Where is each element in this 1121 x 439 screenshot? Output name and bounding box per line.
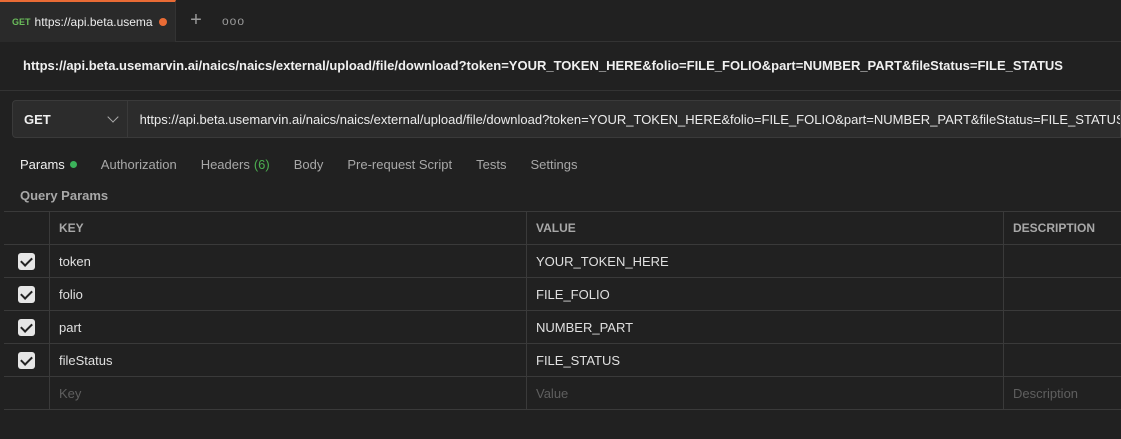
tab-authorization[interactable]: Authorization	[101, 157, 177, 172]
tab-bar: GET https://api.beta.usema + ooo	[0, 0, 1121, 42]
tab-method-label: GET	[12, 17, 31, 27]
request-tabs: Params Authorization Headers (6) Body Pr…	[20, 154, 601, 174]
param-value-cell[interactable]: NUMBER_PART	[526, 311, 1003, 343]
tab-prerequest-label: Pre-request Script	[347, 156, 453, 172]
row-check-cell	[4, 344, 49, 376]
param-description-cell[interactable]	[1003, 278, 1121, 310]
tab-headers[interactable]: Headers (6)	[201, 157, 270, 172]
request-bar: GET https://api.beta.usemarvin.ai/naics/…	[12, 100, 1121, 138]
checkbox[interactable]	[18, 285, 35, 303]
table-header-row: KEY VALUE DESCRIPTION	[4, 212, 1121, 245]
checkbox[interactable]	[18, 252, 35, 270]
tab-params[interactable]: Params	[20, 157, 77, 172]
row-check-cell	[4, 377, 49, 409]
headers-count: (6)	[253, 156, 270, 172]
param-key: folio	[59, 286, 83, 302]
param-value: NUMBER_PART	[536, 319, 634, 335]
checkbox[interactable]	[18, 318, 35, 336]
new-value-input[interactable]: Value	[526, 377, 1003, 409]
param-value-cell[interactable]: FILE_FOLIO	[526, 278, 1003, 310]
tab-title: https://api.beta.usema	[34, 15, 153, 29]
new-key-input[interactable]: Key	[49, 377, 526, 409]
description-placeholder: Description	[1013, 385, 1079, 401]
param-description-cell[interactable]	[1003, 344, 1121, 376]
row-check-cell	[4, 278, 49, 310]
query-params-table: KEY VALUE DESCRIPTION token YOUR_TOKEN_H…	[4, 211, 1121, 410]
table-row: fileStatus FILE_STATUS	[4, 344, 1121, 377]
tab-body-label: Body	[293, 156, 324, 172]
tab-tests[interactable]: Tests	[476, 157, 506, 172]
table-row: token YOUR_TOKEN_HERE	[4, 245, 1121, 278]
param-value: YOUR_TOKEN_HERE	[536, 253, 669, 269]
table-row: part NUMBER_PART	[4, 311, 1121, 344]
table-row-new: Key Value Description	[4, 377, 1121, 410]
param-key-cell[interactable]: part	[49, 311, 526, 343]
param-key: token	[59, 253, 91, 269]
param-key-cell[interactable]: folio	[49, 278, 526, 310]
param-description-cell[interactable]	[1003, 311, 1121, 343]
tab-settings-label: Settings	[530, 156, 578, 172]
divider	[0, 90, 1121, 91]
param-key-cell[interactable]: fileStatus	[49, 344, 526, 376]
more-tabs-button[interactable]: ooo	[222, 10, 244, 30]
row-check-cell	[4, 245, 49, 277]
tab-authorization-label: Authorization	[100, 156, 177, 172]
param-value: FILE_STATUS	[536, 352, 621, 368]
column-header-description: DESCRIPTION	[1003, 212, 1121, 244]
tab-params-label: Params	[20, 156, 65, 172]
add-tab-button[interactable]: +	[186, 10, 206, 30]
request-title[interactable]: https://api.beta.usemarvin.ai/naics/naic…	[23, 58, 1063, 73]
param-key-cell[interactable]: token	[49, 245, 526, 277]
key-placeholder: Key	[59, 385, 82, 401]
param-description-cell[interactable]	[1003, 245, 1121, 277]
tab-body[interactable]: Body	[294, 157, 324, 172]
param-key: fileStatus	[59, 352, 113, 368]
chevron-down-icon	[106, 111, 119, 123]
tab-tests-label: Tests	[476, 156, 507, 172]
value-placeholder: Value	[536, 385, 569, 401]
table-row: folio FILE_FOLIO	[4, 278, 1121, 311]
param-key: part	[59, 319, 82, 335]
param-value-cell[interactable]: YOUR_TOKEN_HERE	[526, 245, 1003, 277]
header-check-cell	[4, 212, 49, 244]
param-value-cell[interactable]: FILE_STATUS	[526, 344, 1003, 376]
request-tab[interactable]: GET https://api.beta.usema	[0, 0, 176, 42]
new-description-input[interactable]: Description	[1003, 377, 1121, 409]
row-check-cell	[4, 311, 49, 343]
column-header-value: VALUE	[526, 212, 1003, 244]
status-dot-icon	[69, 160, 77, 168]
tab-headers-label: Headers	[200, 156, 250, 172]
url-input[interactable]: https://api.beta.usemarvin.ai/naics/naic…	[128, 112, 1120, 127]
query-params-title: Query Params	[20, 188, 109, 203]
unsaved-dot-icon	[158, 18, 167, 26]
checkbox[interactable]	[18, 351, 35, 369]
tab-prerequest-script[interactable]: Pre-request Script	[347, 157, 452, 172]
tab-settings[interactable]: Settings	[530, 157, 577, 172]
method-select[interactable]: GET	[13, 101, 128, 137]
param-value: FILE_FOLIO	[536, 286, 610, 302]
column-header-key: KEY	[49, 212, 526, 244]
method-label: GET	[24, 111, 51, 127]
